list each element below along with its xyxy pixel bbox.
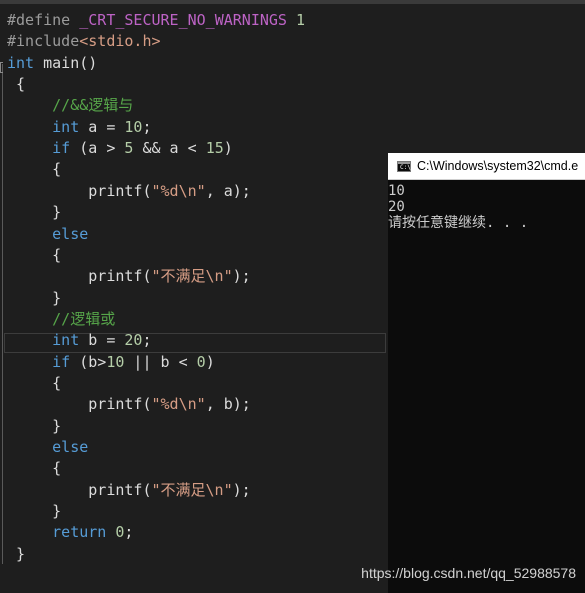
code-line[interactable]: printf("不满足\n"); — [7, 480, 251, 501]
code-token: (a > — [70, 139, 125, 158]
code-token: } — [7, 416, 62, 435]
code-line[interactable]: if (b>10 || b < 0) — [7, 352, 215, 373]
console-title: C:\Windows\system32\cmd.e — [417, 159, 579, 173]
code-token: ; — [142, 331, 152, 350]
code-token: 10 — [124, 117, 143, 136]
code-token: _CRT_SECURE_NO_WARNINGS — [79, 11, 287, 29]
code-line[interactable]: int a = 10; — [7, 117, 152, 138]
code-token: } — [7, 544, 26, 563]
code-line[interactable]: { — [7, 74, 25, 95]
code-token: "%d\n" — [151, 395, 206, 414]
code-line[interactable]: else — [7, 437, 88, 458]
code-token: printf( — [7, 480, 152, 499]
code-token: } — [7, 203, 62, 222]
watermark-url: https://blog.csdn.net/qq_52988578 — [361, 565, 576, 581]
code-token: , b); — [205, 395, 251, 414]
code-token: , a); — [205, 181, 251, 200]
console-output-line: 10 — [388, 183, 405, 199]
code-token: #define — [7, 11, 80, 29]
code-token: int — [52, 331, 80, 350]
code-token: printf( — [7, 395, 152, 414]
code-token: } — [7, 288, 62, 307]
code-token: int — [7, 53, 35, 72]
code-token: ) — [205, 352, 215, 371]
code-line[interactable]: if (a > 5 && a < 15) — [7, 138, 233, 159]
code-token: { — [7, 75, 26, 94]
code-line[interactable]: printf("%d\n", b); — [7, 394, 251, 415]
code-line[interactable]: { — [7, 159, 61, 180]
code-line[interactable]: printf("%d\n", a); — [7, 181, 251, 202]
code-token: 10 — [106, 352, 125, 371]
code-line[interactable]: } — [7, 288, 61, 309]
code-line[interactable]: { — [7, 245, 61, 266]
code-token: if — [52, 139, 71, 158]
code-line[interactable]: { — [7, 458, 61, 479]
code-token: b = — [79, 331, 125, 350]
code-line[interactable]: } — [7, 416, 61, 437]
console-window[interactable]: C:\ C:\Windows\system32\cmd.e 10 20 请按任意… — [388, 153, 585, 593]
code-token: printf( — [7, 267, 152, 286]
code-token: else — [52, 438, 89, 456]
code-line[interactable]: int main() — [7, 53, 97, 74]
code-line[interactable]: else — [7, 224, 88, 245]
code-token: a = — [79, 117, 125, 136]
cmd-icon-label: C:\ — [400, 164, 411, 171]
code-line[interactable]: } — [7, 501, 61, 522]
code-token: <stdio.h> — [79, 32, 161, 51]
code-token: ; — [124, 523, 134, 542]
console-output-line: 请按任意键继续. . . — [388, 215, 529, 231]
code-token: ); — [232, 267, 251, 286]
code-line[interactable]: int b = 20; — [7, 330, 152, 351]
code-token: ) — [223, 139, 233, 158]
code-token: int — [52, 117, 80, 136]
code-token: if — [52, 352, 71, 371]
code-token: 15 — [205, 139, 224, 158]
code-token: { — [7, 160, 62, 179]
code-line[interactable]: return 0; — [7, 522, 133, 543]
code-token: "不满足\n" — [151, 267, 233, 286]
code-token: 0 — [196, 352, 206, 371]
code-token: //&&逻辑与 — [7, 96, 134, 115]
code-token: { — [7, 373, 62, 392]
code-token: 1 — [286, 11, 306, 29]
console-titlebar[interactable]: C:\ C:\Windows\system32\cmd.e — [388, 153, 585, 180]
code-token: } — [7, 502, 62, 521]
code-line[interactable]: { — [7, 373, 61, 394]
code-line[interactable]: #include<stdio.h> — [7, 31, 161, 52]
code-token: { — [7, 245, 62, 264]
code-token: 20 — [124, 331, 143, 350]
code-token: { — [7, 459, 62, 478]
code-token: //逻辑或 — [7, 309, 116, 328]
code-line[interactable]: } — [7, 544, 25, 565]
console-output-line: 20 — [388, 199, 405, 215]
code-token: #include — [7, 32, 80, 51]
code-token: main() — [34, 53, 98, 72]
code-token: "%d\n" — [151, 181, 206, 200]
code-token: ); — [232, 480, 251, 499]
code-line[interactable]: //逻辑或 — [7, 309, 115, 330]
cmd-icon: C:\ — [397, 161, 411, 172]
code-token: || b < — [124, 352, 197, 371]
code-token: else — [52, 224, 89, 243]
code-line[interactable]: } — [7, 202, 61, 223]
code-line[interactable]: #define _CRT_SECURE_NO_WARNINGS 1 — [7, 10, 305, 31]
code-token: && a < — [133, 139, 206, 158]
fold-guide — [2, 64, 3, 564]
code-token: (b> — [70, 352, 107, 371]
code-token: "不满足\n" — [151, 480, 233, 499]
code-line[interactable]: //&&逻辑与 — [7, 95, 133, 116]
fold-marker-icon[interactable] — [0, 62, 3, 73]
code-line[interactable]: printf("不满足\n"); — [7, 266, 251, 287]
code-token: printf( — [7, 181, 152, 200]
code-token: ; — [142, 117, 152, 136]
code-token: return — [52, 523, 107, 542]
